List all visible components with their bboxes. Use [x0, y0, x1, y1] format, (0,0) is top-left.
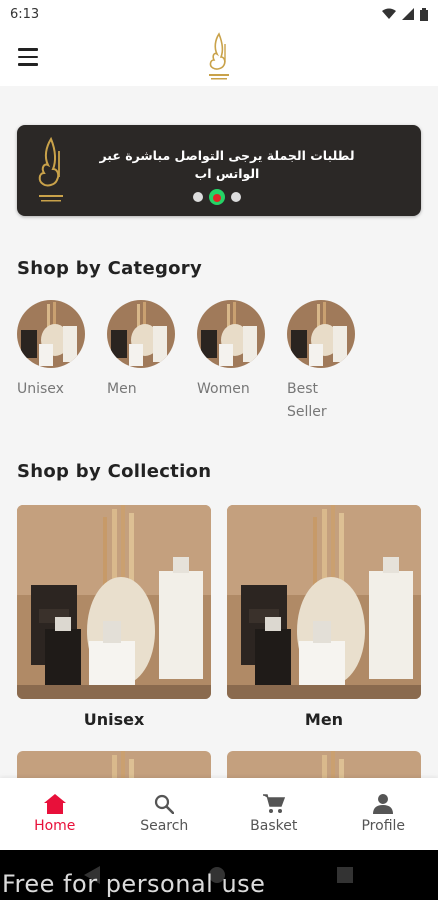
category-image: [17, 300, 85, 368]
brand-logo: [209, 32, 229, 80]
home-icon: [43, 794, 66, 814]
banner-text: لطلبات الجملة يرجى التواصل مباشرة عبر ال…: [99, 148, 355, 181]
nav-label: Home: [34, 818, 76, 834]
watermark: Free for personal use: [2, 870, 266, 898]
banner-indicator-active[interactable]: [209, 189, 225, 205]
category-label: Best Seller: [287, 381, 327, 420]
nav-home[interactable]: Home: [0, 778, 110, 850]
category-section-title: Shop by Category: [17, 258, 203, 279]
status-time: 6:13: [10, 6, 40, 22]
category-image: [107, 300, 175, 368]
battery-icon: [420, 7, 428, 21]
category-list: Unisex Men Women Best Seller: [17, 300, 356, 424]
nav-search[interactable]: Search: [110, 778, 220, 850]
person-icon: [373, 794, 394, 814]
wifi-icon: [382, 8, 396, 19]
category-image: [197, 300, 265, 368]
collection-card-men[interactable]: Men: [227, 505, 421, 729]
nav-label: Basket: [250, 818, 298, 834]
collection-image: [17, 505, 211, 699]
search-icon: [155, 794, 175, 814]
category-item-men[interactable]: Men: [107, 300, 176, 424]
category-image: [287, 300, 355, 368]
category-item-best-seller[interactable]: Best Seller: [287, 300, 356, 424]
nav-profile[interactable]: Profile: [329, 778, 438, 850]
bottom-navigation: Home Search Basket Profile: [0, 778, 438, 850]
status-bar: 6:13: [0, 0, 438, 28]
collection-card[interactable]: [17, 751, 211, 778]
category-label: Women: [197, 381, 250, 397]
banner-indicator[interactable]: [231, 192, 241, 202]
category-label: Men: [107, 381, 137, 397]
collection-image: [227, 505, 421, 699]
hamburger-menu-icon[interactable]: [14, 44, 42, 70]
promo-banner[interactable]: لطلبات الجملة يرجى التواصل مباشرة عبر ال…: [17, 125, 421, 216]
recents-icon[interactable]: [337, 867, 353, 883]
collection-image: [227, 751, 421, 778]
collection-image: [17, 751, 211, 778]
cart-icon: [262, 794, 285, 813]
collection-card-unisex[interactable]: Unisex: [17, 505, 211, 729]
category-label: Unisex: [17, 381, 64, 397]
signal-icon: [402, 8, 414, 20]
banner-logo: [38, 136, 63, 202]
category-item-women[interactable]: Women: [197, 300, 266, 424]
collection-card[interactable]: [227, 751, 421, 778]
category-item-unisex[interactable]: Unisex: [17, 300, 86, 424]
collection-label: Unisex: [83, 710, 145, 729]
nav-label: Profile: [361, 818, 406, 834]
app-bar: [0, 28, 438, 86]
collection-label: Men: [304, 710, 344, 729]
collection-section-title: Shop by Collection: [17, 461, 212, 482]
nav-label: Search: [140, 818, 189, 834]
nav-basket[interactable]: Basket: [219, 778, 329, 850]
main-content: لطلبات الجملة يرجى التواصل مباشرة عبر ال…: [0, 86, 438, 778]
banner-indicator[interactable]: [193, 192, 203, 202]
banner-indicators: [193, 189, 241, 205]
